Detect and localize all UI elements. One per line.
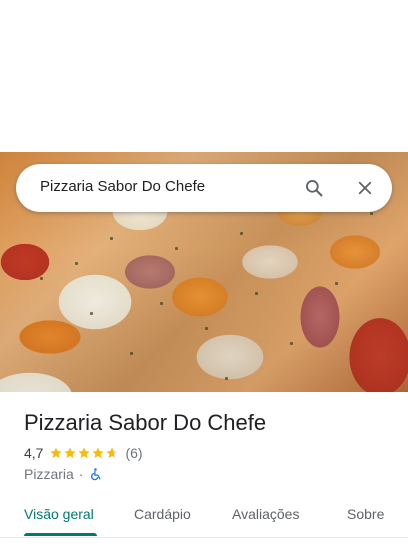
star-icon — [64, 447, 77, 458]
tab-menu[interactable]: Cardápio — [134, 506, 191, 522]
search-bar[interactable]: Pizzaria Sabor Do Chefe — [16, 164, 392, 212]
star-icon — [50, 447, 63, 458]
category-row: Pizzaria · — [24, 465, 103, 483]
star-rating — [49, 446, 119, 460]
star-icon — [92, 447, 105, 458]
place-name: Pizzaria Sabor Do Chefe — [24, 410, 267, 435]
close-icon — [358, 181, 372, 195]
rating-row[interactable]: 4,7 (6) — [24, 444, 143, 462]
tab-overview[interactable]: Visão geral — [24, 506, 94, 522]
place-tabs: Visão geral Cardápio Avaliações Sobre — [0, 494, 408, 538]
search-input[interactable]: Pizzaria Sabor Do Chefe — [40, 178, 290, 195]
wheelchair-icon — [91, 467, 101, 480]
review-count[interactable]: (6) — [125, 445, 142, 461]
half-star-icon — [106, 447, 119, 458]
tab-about[interactable]: Sobre — [347, 506, 384, 522]
search-button[interactable] — [302, 176, 326, 200]
clear-search-button[interactable] — [353, 176, 377, 200]
separator: · — [78, 466, 84, 482]
rating-value: 4,7 — [24, 445, 44, 461]
tab-reviews[interactable]: Avaliações — [232, 506, 299, 522]
category-label[interactable]: Pizzaria — [24, 466, 74, 482]
star-icon — [78, 447, 91, 458]
search-icon — [306, 180, 323, 197]
blank-area — [0, 0, 408, 152]
active-tab-indicator — [24, 533, 97, 536]
